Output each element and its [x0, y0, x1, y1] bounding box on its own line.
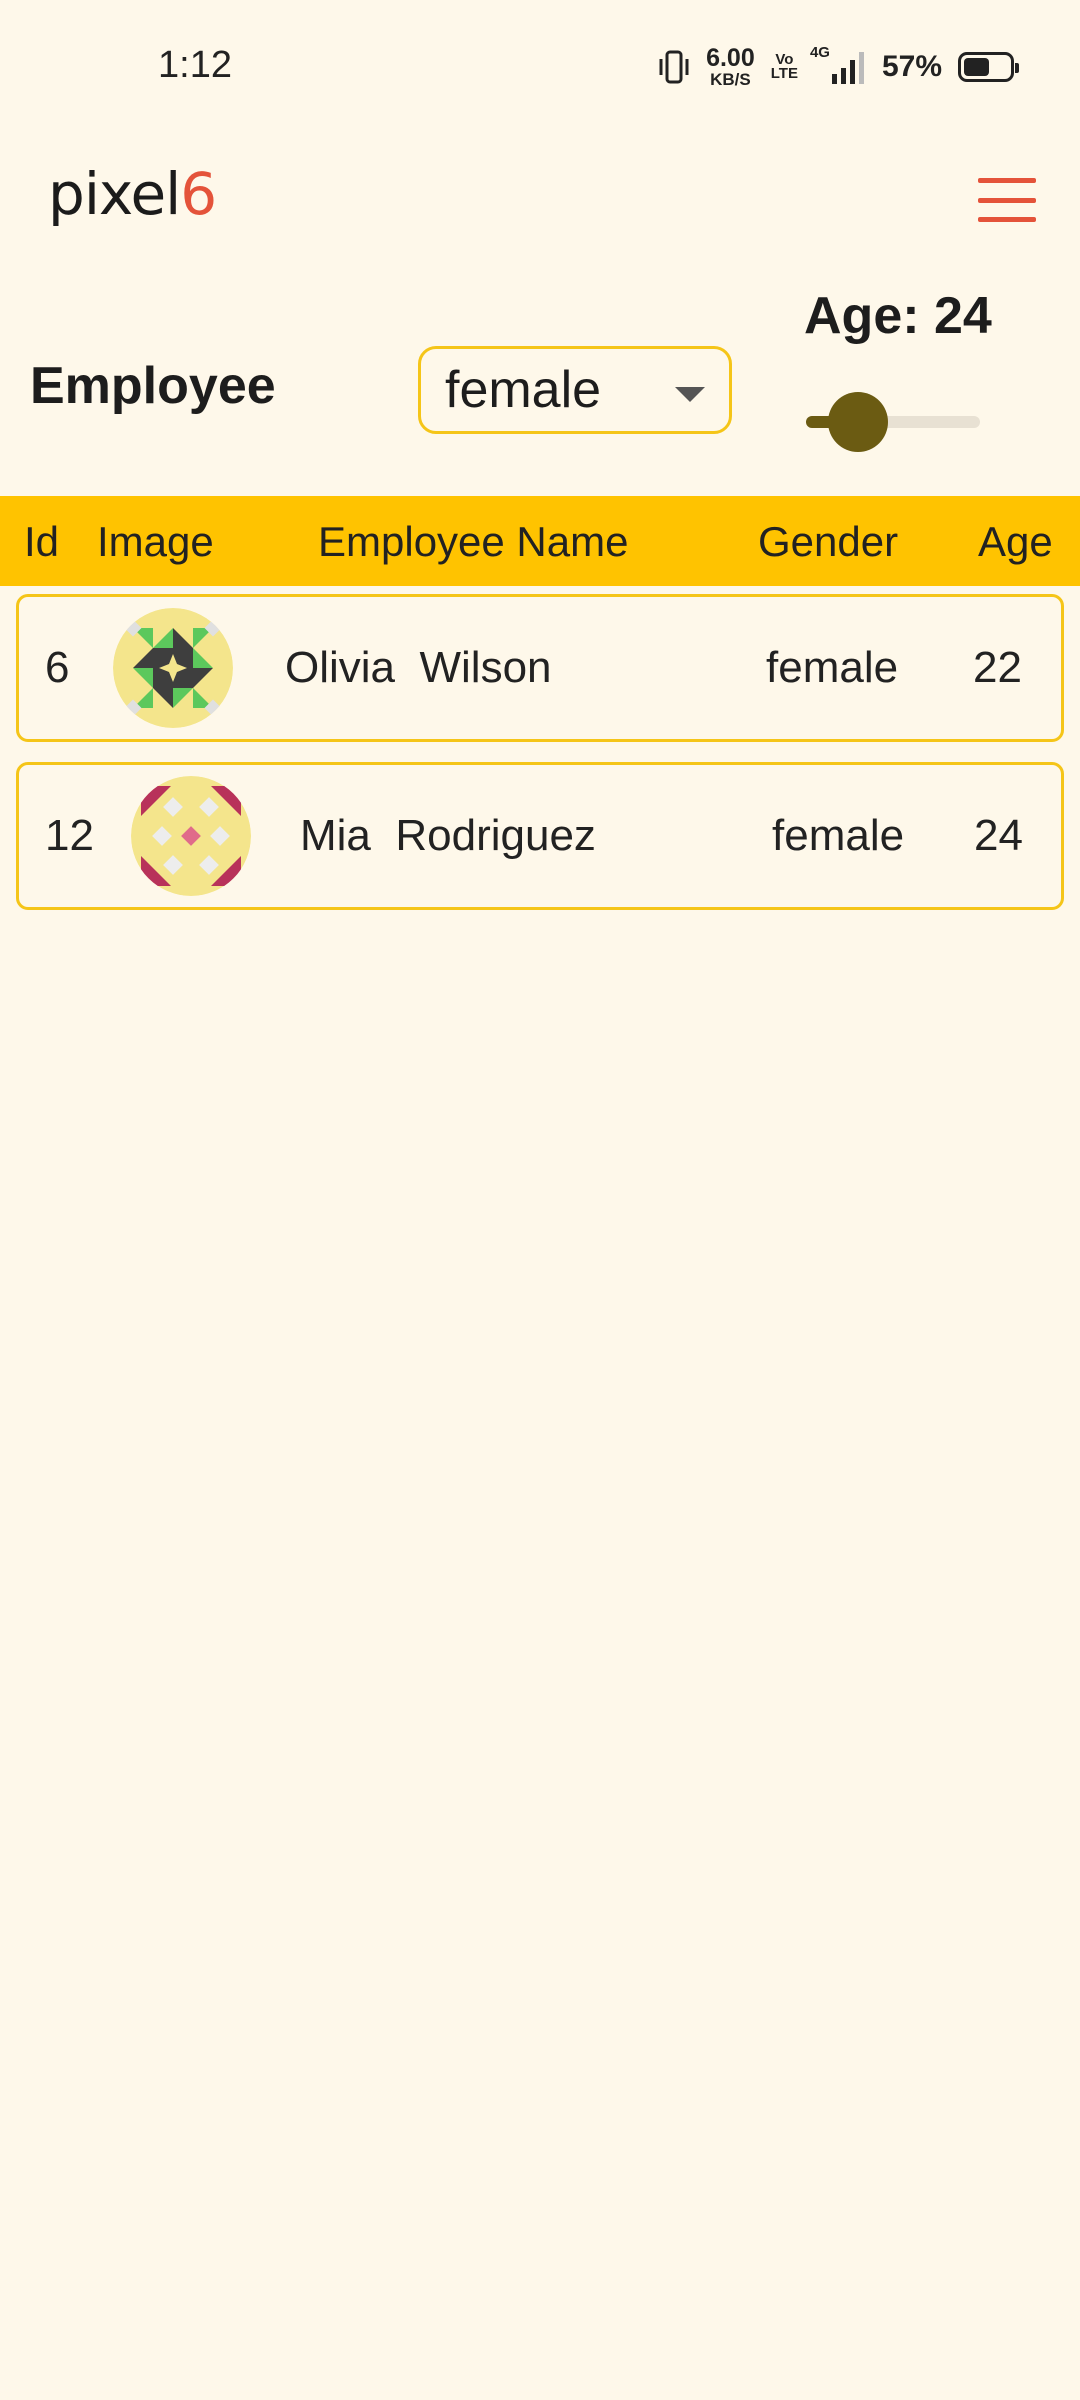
logo-text: pixel	[48, 160, 181, 228]
employee-gender: female	[772, 811, 905, 860]
last-name: Wilson	[419, 643, 552, 692]
age-slider[interactable]	[806, 392, 980, 452]
column-header-image: Image	[97, 518, 214, 565]
age-label: Age: 24	[804, 287, 992, 345]
status-icons: 6.00 KB/S Vo LTE 4G 57%	[658, 44, 1019, 90]
green-quilt-avatar-icon	[113, 608, 233, 728]
employee-gender: female	[766, 643, 899, 692]
column-header-id: Id	[24, 518, 60, 565]
network-speed: 6.00 KB/S	[706, 44, 755, 89]
battery-icon	[958, 52, 1019, 82]
vibrate-icon	[659, 50, 689, 84]
employee-age: 22	[973, 643, 1022, 692]
network-speed-value: 6.00	[706, 44, 755, 72]
pink-quilt-avatar-icon	[131, 776, 251, 896]
network-speed-unit: KB/S	[710, 70, 751, 89]
column-header-gender: Gender	[758, 518, 899, 565]
column-header-name: Employee Name	[318, 518, 629, 565]
gender-dropdown-value: female	[445, 361, 602, 419]
row-id: 12	[45, 811, 94, 860]
employee-name: Mia Rodriguez	[300, 811, 596, 861]
volte-icon: Vo LTE	[770, 52, 798, 82]
battery-percent: 57%	[881, 50, 942, 83]
hamburger-menu-icon[interactable]	[978, 178, 1036, 222]
age-slider-thumb[interactable]	[828, 392, 888, 452]
table-row[interactable]: 12 Mia Rodriguez female 24	[16, 762, 1064, 910]
gender-dropdown[interactable]: female	[418, 346, 732, 434]
table-header: Id Image Employee Name Gender Age	[0, 496, 1080, 586]
first-name: Olivia	[285, 643, 396, 692]
last-name: Rodriguez	[395, 811, 596, 860]
column-header-age: Age	[978, 518, 1053, 565]
table-row[interactable]: 6 Olivia Wilson female 22	[16, 594, 1064, 742]
employee-label: Employee	[30, 357, 276, 415]
status-bar: 1:12 6.00 KB/S Vo LTE 4G 57%	[0, 0, 1080, 136]
row-id: 6	[45, 643, 70, 692]
first-name: Mia	[300, 811, 371, 860]
volte-bottom: LTE	[770, 65, 798, 82]
dropdown-arrow-icon	[675, 387, 705, 402]
logo-accent: 6	[180, 160, 217, 228]
network-type: 4G	[809, 44, 830, 61]
signal-icon: 4G	[810, 44, 866, 84]
app-logo: pixel6	[48, 160, 217, 228]
employee-name: Olivia Wilson	[285, 643, 552, 693]
employee-age: 24	[974, 811, 1023, 860]
status-time: 1:12	[158, 44, 232, 86]
